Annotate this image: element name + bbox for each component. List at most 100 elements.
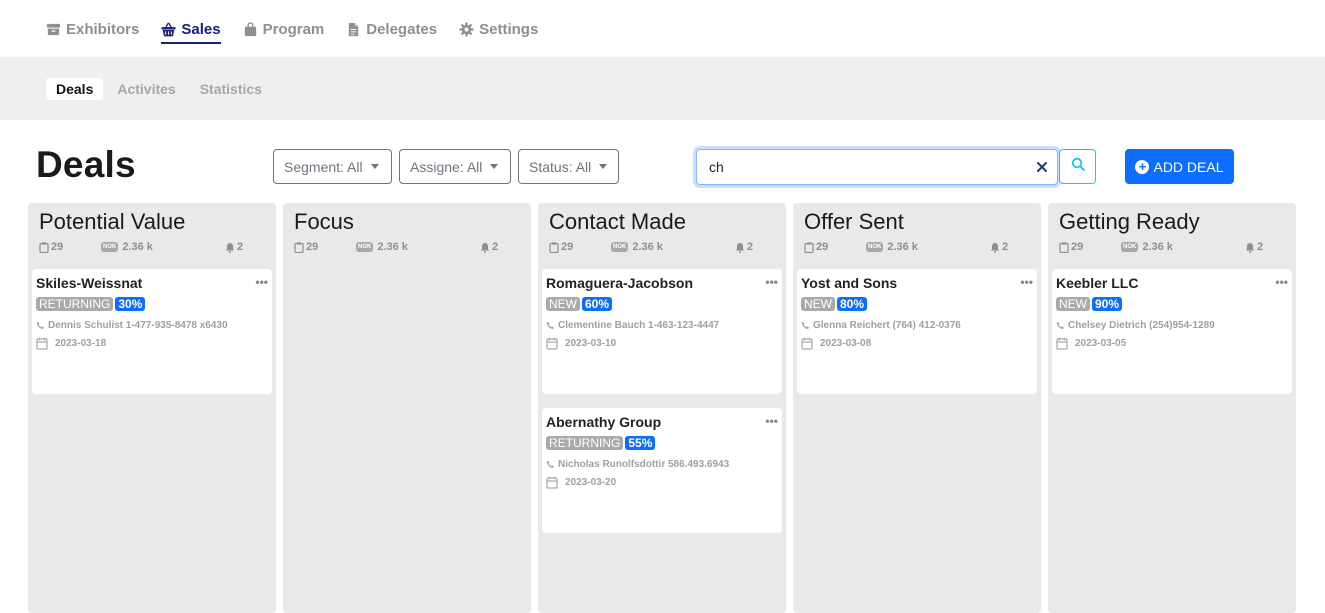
deal-date: 2023-03-20 bbox=[546, 475, 778, 489]
deal-type-badge: RETURNING bbox=[546, 436, 624, 450]
clipboard-icon bbox=[804, 241, 814, 253]
column-stats: 29 NOK 2.36 k 2 bbox=[39, 239, 265, 255]
nav-item-delegates[interactable]: Delegates bbox=[346, 0, 437, 44]
contact-text: Dennis Schulist 1-477-935-8478 x6430 bbox=[48, 319, 228, 331]
alert-count: 2 bbox=[735, 241, 753, 253]
nav-item-label: Settings bbox=[479, 20, 539, 38]
status-filter-dropdown[interactable]: Status: All bbox=[518, 149, 619, 184]
subnav-item-statistics[interactable]: Statistics bbox=[200, 78, 272, 100]
date-text: 2023-03-10 bbox=[565, 337, 617, 349]
deal-type-badge: NEW bbox=[801, 297, 835, 311]
calendar-icon bbox=[36, 337, 48, 350]
deal-count-value: 29 bbox=[816, 241, 829, 253]
nav-item-label: Program bbox=[262, 20, 325, 38]
probability-badge: 90% bbox=[1092, 297, 1123, 311]
deal-count-value: 29 bbox=[306, 241, 319, 253]
search-field bbox=[696, 149, 1058, 185]
deal-amount-value: 2.36 k bbox=[122, 241, 153, 253]
more-options-icon[interactable]: ••• bbox=[765, 276, 778, 288]
deal-badges: NEW 90% bbox=[1056, 297, 1288, 311]
phone-icon bbox=[801, 321, 810, 330]
probability-badge: 80% bbox=[837, 297, 868, 311]
bell-icon bbox=[480, 242, 490, 253]
date-text: 2023-03-05 bbox=[1075, 337, 1127, 349]
alert-count-value: 2 bbox=[747, 241, 754, 253]
deal-type-badge: RETURNING bbox=[36, 297, 114, 311]
probability-badge: 30% bbox=[115, 297, 146, 311]
currency-badge: NOK bbox=[101, 242, 119, 252]
column-4: Getting Ready 29 NOK 2.36 k 2 ••• Keeble… bbox=[1048, 203, 1296, 613]
nav-item-label: Delegates bbox=[366, 20, 438, 38]
more-options-icon[interactable]: ••• bbox=[255, 276, 268, 288]
deal-amount-value: 2.36 k bbox=[887, 241, 918, 253]
deal-card[interactable]: ••• Keebler LLC NEW 90% Chelsey Dietrich… bbox=[1052, 269, 1292, 394]
bell-icon bbox=[1245, 242, 1255, 253]
deal-type-badge: NEW bbox=[546, 297, 580, 311]
nav-item-sales[interactable]: Sales bbox=[161, 0, 221, 44]
deal-count: 29 bbox=[39, 241, 101, 253]
segment-filter-dropdown[interactable]: Segment: All bbox=[273, 149, 392, 184]
assigne-filter-dropdown[interactable]: Assigne: All bbox=[399, 149, 511, 184]
subnav-item-activites[interactable]: Activites bbox=[117, 78, 185, 100]
bell-icon bbox=[225, 242, 235, 253]
add-deal-button[interactable]: + ADD DEAL bbox=[1125, 149, 1234, 184]
bag-icon bbox=[243, 21, 258, 37]
status-filter-label: Status: All bbox=[529, 158, 592, 175]
deal-card[interactable]: ••• Abernathy Group RETURNING 55% Nichol… bbox=[542, 408, 782, 533]
phone-icon bbox=[1056, 321, 1065, 330]
column-1: Focus 29 NOK 2.36 k 2 bbox=[283, 203, 531, 613]
card-list: ••• Keebler LLC NEW 90% Chelsey Dietrich… bbox=[1052, 269, 1292, 394]
add-deal-label: ADD DEAL bbox=[1153, 158, 1224, 175]
date-text: 2023-03-08 bbox=[820, 337, 872, 349]
alert-count-value: 2 bbox=[492, 241, 499, 253]
search-button[interactable] bbox=[1059, 149, 1096, 184]
deal-contact: Chelsey Dietrich (254)954-1289 bbox=[1056, 319, 1288, 331]
card-list: ••• Skiles-Weissnat RETURNING 30% Dennis… bbox=[32, 269, 272, 394]
column-2: Contact Made 29 NOK 2.36 k 2 ••• Romague… bbox=[538, 203, 786, 613]
sub-nav: Deals Activites Statistics bbox=[0, 57, 1325, 120]
date-text: 2023-03-20 bbox=[565, 476, 617, 488]
nav-item-program[interactable]: Program bbox=[243, 0, 325, 44]
deal-card[interactable]: ••• Yost and Sons NEW 80% Glenna Reicher… bbox=[797, 269, 1037, 394]
more-options-icon[interactable]: ••• bbox=[1020, 276, 1033, 288]
nav-item-label: Exhibitors bbox=[66, 20, 140, 38]
more-options-icon[interactable]: ••• bbox=[765, 415, 778, 427]
deal-amount: NOK 2.36 k bbox=[866, 241, 990, 253]
nav-item-exhibitors[interactable]: Exhibitors bbox=[46, 0, 139, 44]
deal-count-value: 29 bbox=[51, 241, 64, 253]
deal-date: 2023-03-08 bbox=[801, 336, 1033, 350]
card-list: ••• Romaguera-Jacobson NEW 60% Clementin… bbox=[542, 269, 782, 533]
basket-icon bbox=[161, 22, 176, 37]
deal-amount-value: 2.36 k bbox=[377, 241, 408, 253]
clipboard-icon bbox=[1059, 241, 1069, 253]
column-stats: 29 NOK 2.36 k 2 bbox=[1059, 239, 1285, 255]
card-list: ••• Yost and Sons NEW 80% Glenna Reicher… bbox=[797, 269, 1037, 394]
nav-item-label: Sales bbox=[181, 20, 221, 38]
alert-count: 2 bbox=[1245, 241, 1263, 253]
phone-icon bbox=[546, 460, 555, 469]
deal-title: Skiles-Weissnat bbox=[36, 275, 143, 291]
deal-card[interactable]: ••• Skiles-Weissnat RETURNING 30% Dennis… bbox=[32, 269, 272, 394]
clipboard-icon bbox=[549, 241, 559, 253]
search-input[interactable] bbox=[709, 159, 1027, 175]
subnav-item-deals[interactable]: Deals bbox=[46, 77, 104, 100]
deal-count: 29 bbox=[1059, 241, 1121, 253]
currency-badge: NOK bbox=[611, 242, 629, 252]
column-title: Potential Value bbox=[39, 209, 186, 234]
deal-type-badge: NEW bbox=[1056, 297, 1090, 311]
column-title: Focus bbox=[294, 209, 354, 234]
more-options-icon[interactable]: ••• bbox=[1275, 276, 1288, 288]
deal-amount-value: 2.36 k bbox=[632, 241, 663, 253]
calendar-icon bbox=[801, 337, 813, 350]
deal-contact: Dennis Schulist 1-477-935-8478 x6430 bbox=[36, 319, 268, 331]
alert-count: 2 bbox=[990, 241, 1008, 253]
calendar-icon bbox=[546, 476, 558, 489]
nav-item-settings[interactable]: Settings bbox=[459, 0, 538, 44]
deal-date: 2023-03-05 bbox=[1056, 336, 1288, 350]
deal-card[interactable]: ••• Romaguera-Jacobson NEW 60% Clementin… bbox=[542, 269, 782, 394]
search-icon bbox=[1071, 157, 1085, 176]
deal-amount: NOK 2.36 k bbox=[1121, 241, 1245, 253]
clear-search-icon[interactable] bbox=[1027, 162, 1057, 172]
deal-badges: RETURNING 55% bbox=[546, 436, 778, 450]
deal-contact: Clementine Bauch 1-463-123-4447 bbox=[546, 319, 778, 331]
